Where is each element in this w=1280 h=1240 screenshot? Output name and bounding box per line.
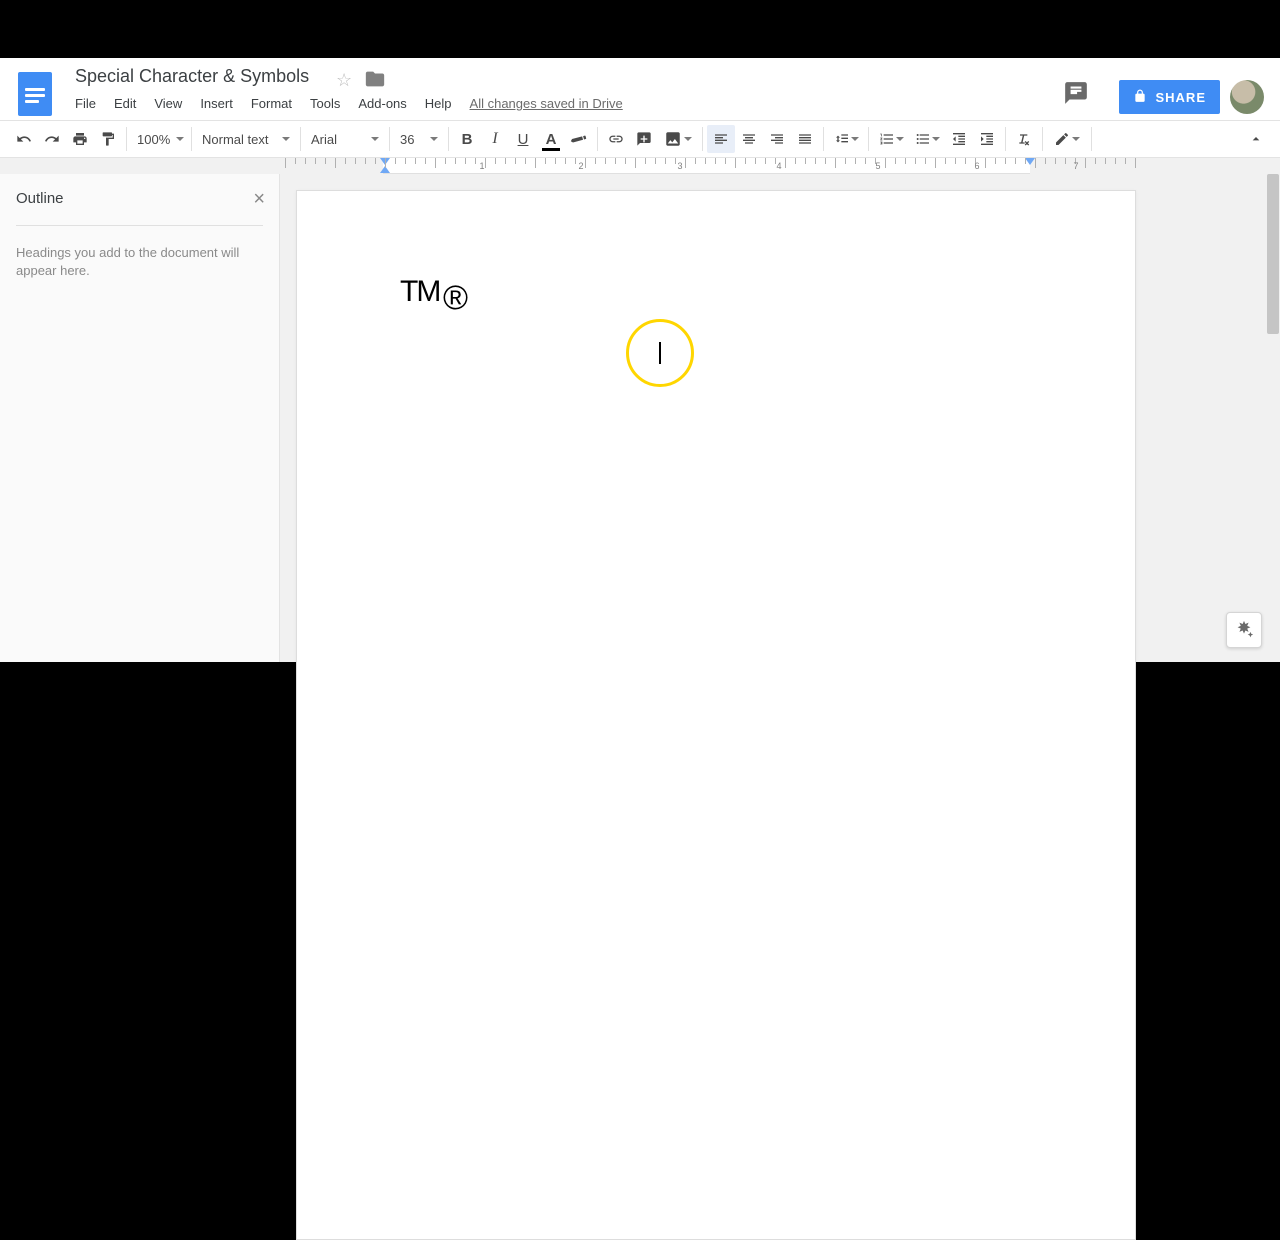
print-button[interactable]	[66, 125, 94, 153]
menu-insert[interactable]: Insert	[200, 96, 233, 111]
decrease-indent-button[interactable]	[945, 125, 973, 153]
account-avatar[interactable]	[1230, 80, 1264, 114]
align-center-button[interactable]	[735, 125, 763, 153]
insert-image-button[interactable]	[658, 125, 698, 153]
workspace: Outline × Headings you add to the docume…	[0, 174, 1280, 662]
text-cursor-icon	[659, 342, 661, 364]
editing-mode-button[interactable]	[1047, 125, 1087, 153]
text-color-button[interactable]: A	[537, 125, 565, 153]
toolbar: 100% Normal text Arial 36 B I U A	[0, 120, 1280, 158]
vertical-scrollbar[interactable]	[1266, 174, 1280, 662]
share-button-label: SHARE	[1155, 90, 1206, 105]
comments-icon[interactable]	[1062, 80, 1090, 106]
menu-edit[interactable]: Edit	[114, 96, 136, 111]
font-size-dropdown[interactable]: 36	[394, 126, 444, 152]
outline-title: Outline	[16, 190, 263, 207]
insert-comment-button[interactable]	[630, 125, 658, 153]
align-justify-button[interactable]	[791, 125, 819, 153]
lock-icon	[1133, 89, 1147, 106]
outline-hint: Headings you add to the document will ap…	[16, 244, 256, 280]
menu-format[interactable]: Format	[251, 96, 292, 111]
redo-button[interactable]	[38, 125, 66, 153]
scrollbar-thumb[interactable]	[1267, 174, 1279, 334]
explore-button[interactable]	[1226, 612, 1262, 648]
page-text-tm: TM	[400, 275, 439, 309]
numbered-list-button[interactable]	[873, 125, 909, 153]
move-to-folder-icon[interactable]	[364, 68, 386, 86]
document-page[interactable]: TM ®	[296, 190, 1136, 1240]
paragraph-style-dropdown[interactable]: Normal text	[196, 126, 296, 152]
paint-format-button[interactable]	[94, 125, 122, 153]
collapse-toolbar-button[interactable]	[1242, 125, 1270, 153]
outline-close-button[interactable]: ×	[253, 188, 265, 211]
undo-button[interactable]	[10, 125, 38, 153]
menu-tools[interactable]: Tools	[310, 96, 340, 111]
font-dropdown[interactable]: Arial	[305, 126, 385, 152]
docs-logo-icon[interactable]	[18, 72, 52, 116]
save-status[interactable]: All changes saved in Drive	[470, 96, 623, 111]
line-spacing-button[interactable]	[828, 125, 864, 153]
menu-file[interactable]: File	[75, 96, 96, 111]
star-icon[interactable]: ☆	[336, 70, 352, 91]
underline-button[interactable]: U	[509, 125, 537, 153]
menu-bar: File Edit View Insert Format Tools Add-o…	[75, 96, 623, 111]
align-right-button[interactable]	[763, 125, 791, 153]
align-left-button[interactable]	[707, 125, 735, 153]
insert-link-button[interactable]	[602, 125, 630, 153]
zoom-dropdown[interactable]: 100%	[131, 126, 187, 152]
app-frame: Special Character & Symbols ☆ File Edit …	[0, 58, 1280, 662]
increase-indent-button[interactable]	[973, 125, 1001, 153]
title-bar: Special Character & Symbols ☆ File Edit …	[0, 58, 1280, 120]
highlight-color-button[interactable]	[565, 125, 593, 153]
document-title[interactable]: Special Character & Symbols	[75, 66, 309, 87]
menu-view[interactable]: View	[154, 96, 182, 111]
bulleted-list-button[interactable]	[909, 125, 945, 153]
cursor-highlight-icon	[626, 319, 694, 387]
horizontal-ruler[interactable]: 1234567	[285, 158, 1140, 174]
bold-button[interactable]: B	[453, 125, 481, 153]
clear-formatting-button[interactable]	[1010, 125, 1038, 153]
italic-button[interactable]: I	[481, 125, 509, 153]
menu-addons[interactable]: Add-ons	[358, 96, 406, 111]
menu-help[interactable]: Help	[425, 96, 452, 111]
outline-panel: Outline × Headings you add to the docume…	[0, 174, 280, 662]
share-button[interactable]: SHARE	[1119, 80, 1220, 114]
page-text-registered: ®	[443, 279, 468, 318]
